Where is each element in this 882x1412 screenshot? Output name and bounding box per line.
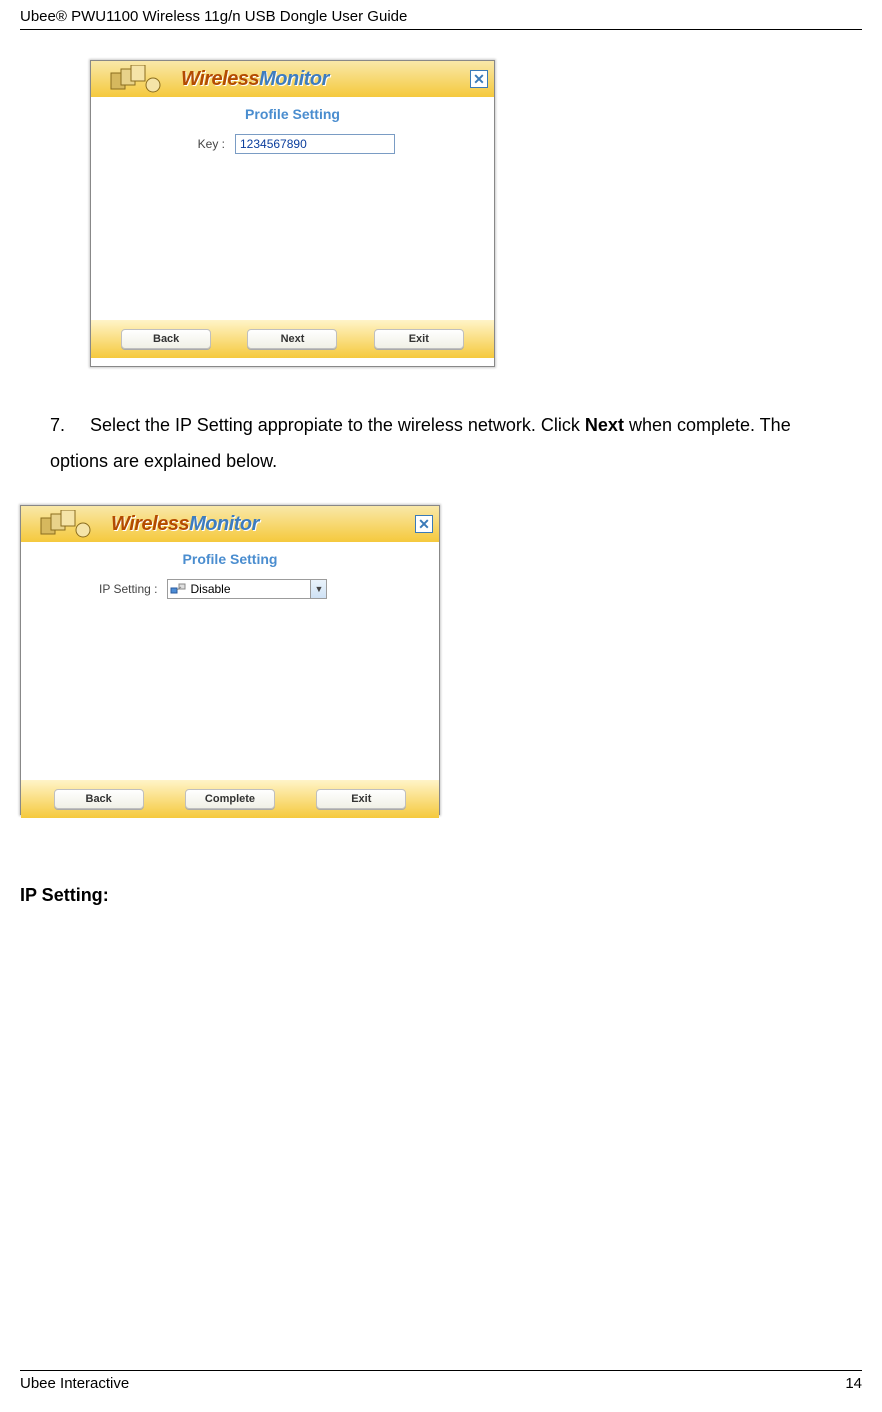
ip-setting-heading: IP Setting: bbox=[20, 885, 862, 906]
close-icon[interactable]: ✕ bbox=[415, 515, 433, 533]
page-footer: Ubee Interactive 14 bbox=[20, 1370, 862, 1392]
app-logo-icon bbox=[109, 65, 167, 93]
back-button[interactable]: Back bbox=[54, 789, 144, 809]
profile-setting-subtitle: Profile Setting bbox=[245, 106, 340, 122]
step-number: 7. bbox=[50, 407, 90, 443]
ip-setting-value: Disable bbox=[190, 582, 310, 596]
instruction-step-7: 7.Select the IP Setting appropiate to th… bbox=[50, 407, 822, 479]
wireless-monitor-window-key: WirelessMonitor ✕ Profile Setting Key : … bbox=[90, 60, 495, 367]
app-title: WirelessMonitor bbox=[111, 513, 259, 536]
titlebar: WirelessMonitor ✕ bbox=[21, 506, 439, 542]
profile-setting-subtitle: Profile Setting bbox=[183, 551, 278, 567]
key-input[interactable] bbox=[235, 134, 395, 154]
complete-button[interactable]: Complete bbox=[185, 789, 275, 809]
exit-button[interactable]: Exit bbox=[374, 329, 464, 349]
chevron-down-icon[interactable]: ▼ bbox=[310, 580, 326, 598]
app-title: WirelessMonitor bbox=[181, 68, 329, 91]
wireless-monitor-window-ip: WirelessMonitor ✕ Profile Setting IP Set… bbox=[20, 505, 440, 815]
close-icon[interactable]: ✕ bbox=[470, 70, 488, 88]
app-logo-icon bbox=[39, 510, 97, 538]
page-number: 14 bbox=[845, 1375, 862, 1392]
key-label: Key : bbox=[169, 137, 225, 151]
network-icon bbox=[170, 582, 186, 596]
exit-button[interactable]: Exit bbox=[316, 789, 406, 809]
back-button[interactable]: Back bbox=[121, 329, 211, 349]
step-text-1: Select the IP Setting appropiate to the … bbox=[90, 415, 585, 435]
page-header: Ubee® PWU1100 Wireless 11g/n USB Dongle … bbox=[20, 0, 862, 30]
button-bar: Back Next Exit bbox=[91, 320, 494, 358]
next-button[interactable]: Next bbox=[247, 329, 337, 349]
footer-company: Ubee Interactive bbox=[20, 1375, 129, 1392]
window-body: Profile Setting Key : bbox=[91, 97, 494, 320]
ip-setting-select[interactable]: Disable ▼ bbox=[167, 579, 327, 599]
ip-setting-label: IP Setting : bbox=[99, 582, 157, 596]
button-bar: Back Complete Exit bbox=[21, 780, 439, 818]
step-text-bold: Next bbox=[585, 415, 624, 435]
titlebar: WirelessMonitor ✕ bbox=[91, 61, 494, 97]
window-body: Profile Setting IP Setting : Disable ▼ bbox=[21, 542, 439, 780]
